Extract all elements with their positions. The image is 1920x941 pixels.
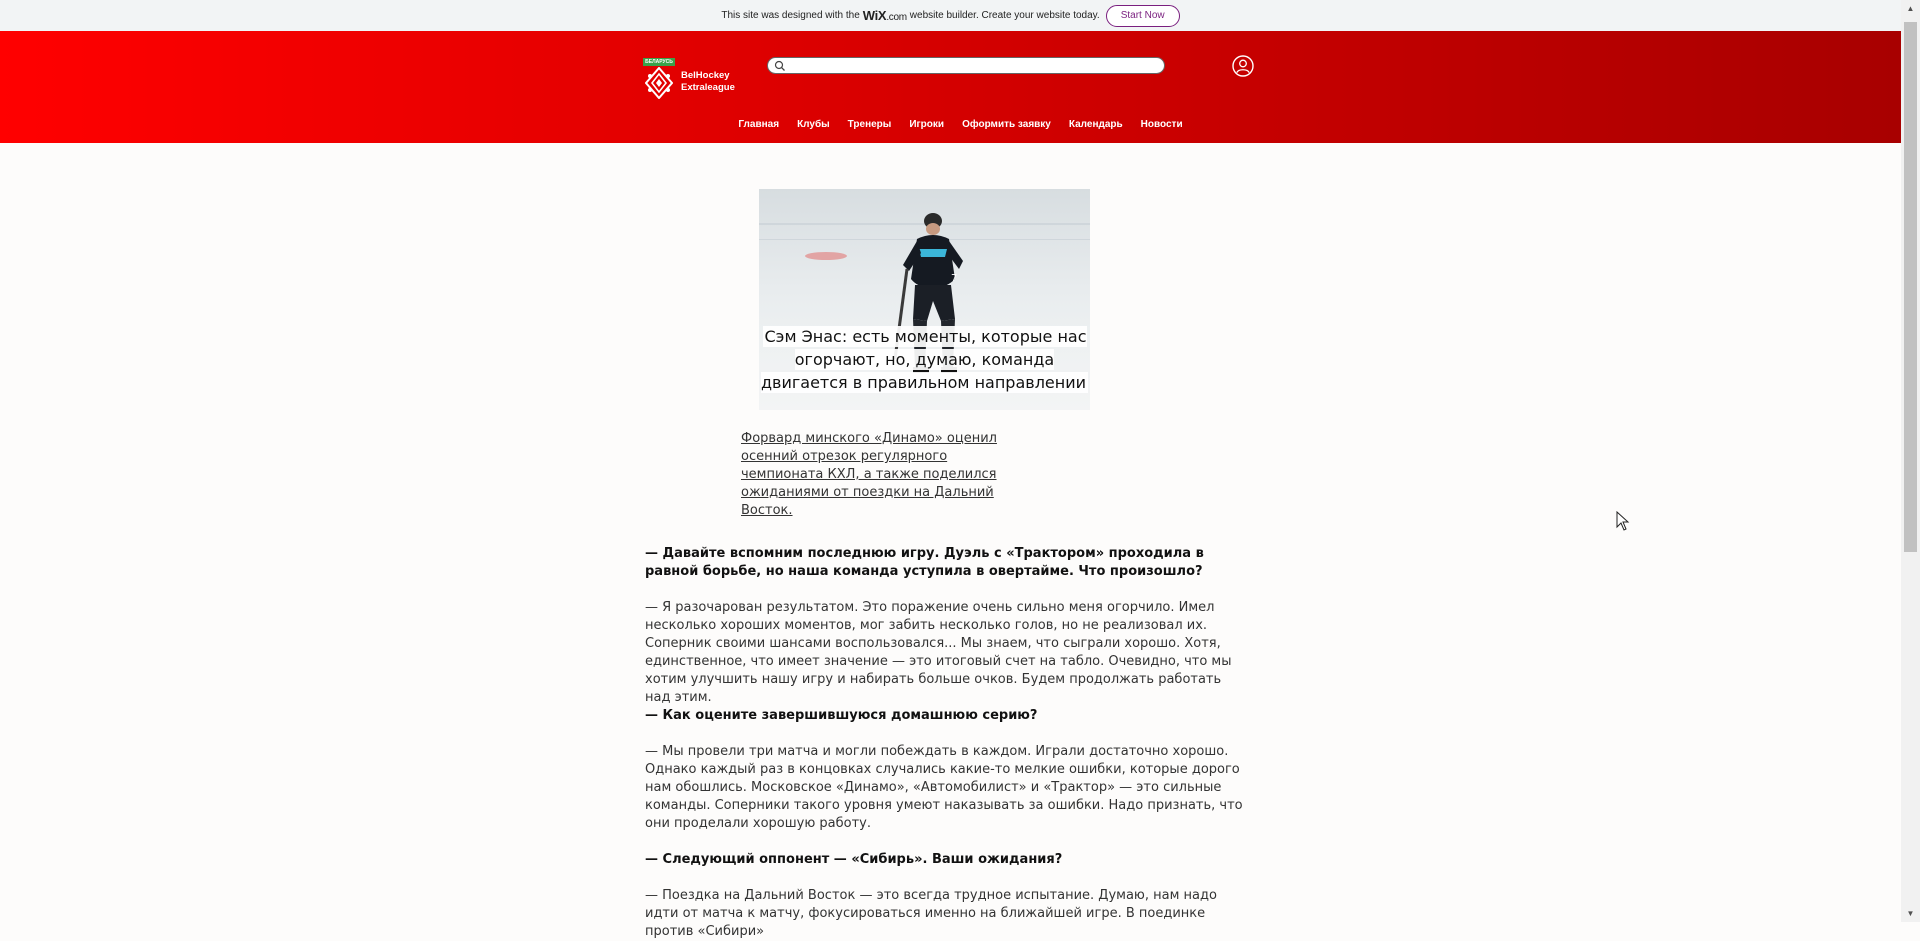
scrollbar-thumb[interactable] — [1904, 22, 1917, 552]
ornament-icon — [645, 67, 673, 99]
question-2: — Как оцените завершившуюся домашнюю сер… — [645, 708, 1038, 723]
wix-logo-brand: WiX — [862, 8, 887, 23]
nav-item-calendar[interactable]: Календарь — [1069, 119, 1123, 130]
nav-item-clubs[interactable]: Клубы — [797, 119, 830, 130]
answer-1: — Я разочарован результатом. Это поражен… — [645, 600, 1232, 705]
scroll-down-arrow-icon[interactable]: ▼ — [1901, 905, 1920, 922]
question-3: — Следующий оппонент — «Сибирь». Ваши ож… — [645, 852, 1063, 867]
answer-3: — Поездка на Дальний Восток — это всегда… — [645, 888, 1217, 939]
nav-item-players[interactable]: Игроки — [909, 119, 944, 130]
article-title: Сэм Энас: есть моменты, которые нас огор… — [759, 325, 1090, 394]
answer-2: — Мы провели три матча и могли побеждать… — [645, 744, 1243, 831]
search-icon[interactable] — [774, 60, 786, 72]
wix-logo[interactable]: WiX.com — [863, 8, 907, 23]
user-account-icon[interactable] — [1232, 55, 1254, 77]
start-now-button[interactable]: Start Now — [1105, 4, 1180, 27]
mouse-cursor-icon — [1616, 511, 1630, 531]
article-lead-link[interactable]: Форвард минского «Динамо» оценил осенний… — [741, 430, 1003, 520]
site-logo[interactable]: БЕЛАРУСЬ BelHockey Extraleague — [643, 58, 735, 100]
wix-banner-text: This site was designed with the WiX.com … — [721, 8, 1099, 23]
wix-banner-text-after: website builder. Create your website tod… — [909, 10, 1100, 21]
article-title-text: Сэм Энас: есть моменты, которые нас огор… — [760, 326, 1089, 393]
rink-marking — [805, 252, 847, 260]
main-navigation: Главная Клубы Тренеры Игроки Оформить за… — [0, 119, 1901, 130]
wix-banner-text-before: This site was designed with the — [721, 10, 860, 21]
nav-item-application[interactable]: Оформить заявку — [962, 119, 1051, 130]
wix-logo-suffix: .com — [886, 12, 907, 23]
logo-text: BelHockey Extraleague — [681, 70, 735, 94]
question-1: — Давайте вспомним последнюю игру. Дуэль… — [645, 546, 1204, 579]
logo-flag-text: БЕЛАРУСЬ — [643, 58, 675, 66]
nav-item-coaches[interactable]: Тренеры — [848, 119, 892, 130]
logo-line-1: BelHockey — [681, 70, 730, 81]
logo-line-2: Extraleague — [681, 82, 735, 93]
belhockey-emblem-icon: БЕЛАРУСЬ — [643, 58, 675, 100]
site-header: БЕЛАРУСЬ BelHockey Extraleague Главная К… — [0, 31, 1901, 143]
nav-item-home[interactable]: Главная — [738, 119, 779, 130]
page-scrollbar[interactable]: ▲ ▼ — [1901, 0, 1920, 922]
article-hero-image: 7 Сэм Энас: есть моменты, которые нас ог… — [759, 189, 1090, 410]
svg-text:7: 7 — [951, 273, 957, 284]
scroll-up-arrow-icon[interactable]: ▲ — [1901, 0, 1920, 17]
search-bar — [767, 57, 1165, 74]
search-input[interactable] — [786, 59, 1164, 72]
nav-item-news[interactable]: Новости — [1141, 119, 1183, 130]
wix-promo-banner: This site was designed with the WiX.com … — [0, 0, 1901, 32]
